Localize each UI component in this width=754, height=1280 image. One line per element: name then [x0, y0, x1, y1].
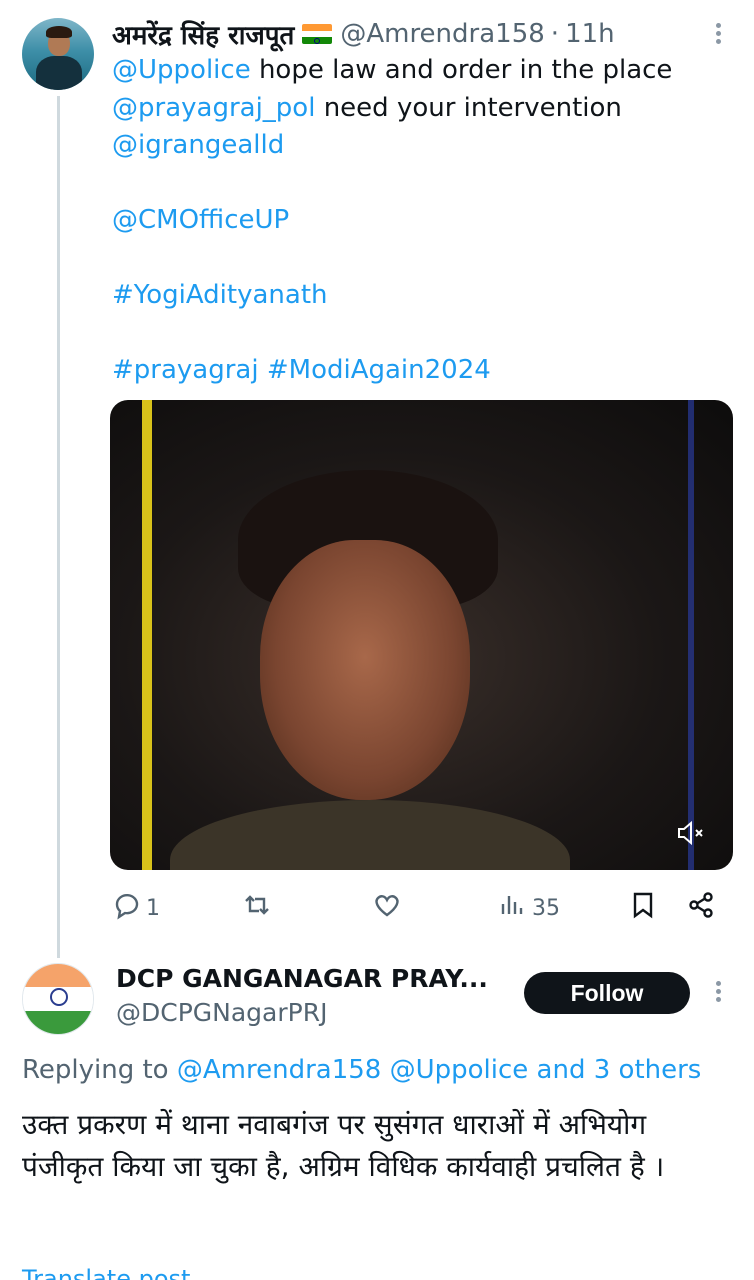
mention-link[interactable]: @prayagraj_pol [112, 93, 315, 123]
timestamp[interactable]: 11h [565, 19, 615, 49]
video-person-face [260, 540, 470, 800]
avatar-hair-shape [46, 26, 72, 38]
video-blue-pole [688, 400, 694, 870]
bookmark-button[interactable] [628, 888, 658, 928]
retweet-button[interactable] [242, 888, 276, 928]
user-handle[interactable]: @DCPGNagarPRJ [116, 996, 327, 1030]
more-vertical-icon[interactable] [708, 20, 728, 48]
translate-post-link[interactable]: Translate post [22, 1262, 190, 1280]
tweet-header: अमरेंद्र सिंह राजपूत @Amrendra158 · 11h [112, 16, 615, 52]
avatar-body-shape [36, 56, 82, 90]
views-count: 35 [532, 895, 560, 921]
video-person-shoulders [170, 800, 570, 870]
tweet-text-line [112, 240, 732, 278]
display-name[interactable]: DCP GANGANAGAR PRAY... [116, 962, 488, 996]
reply-count: 1 [146, 895, 160, 921]
ashoka-chakra-icon [50, 988, 68, 1007]
mention-link[interactable]: @CMOfficeUP [112, 205, 289, 235]
mention-link[interactable]: @Uppolice [112, 55, 251, 85]
share-button[interactable] [686, 888, 716, 928]
tweet-text: @Uppolice hope law and order in the plac… [112, 52, 732, 390]
tweet-text-line [112, 165, 732, 203]
user-handle[interactable]: @Amrendra158 [340, 19, 544, 49]
replying-prefix: Replying to [22, 1055, 169, 1085]
tweet-text-line: @igrangealld [112, 127, 732, 165]
bookmark-icon [628, 890, 658, 926]
share-icon [686, 890, 716, 926]
replying-to-line: Replying to @Amrendra158 @Uppolice and 3… [22, 1052, 701, 1088]
heart-icon [372, 890, 402, 926]
tweet-text-line: @prayagraj_pol need your intervention [112, 90, 732, 128]
hashtag-link[interactable]: #prayagraj [112, 355, 259, 385]
reply-button[interactable]: 1 [112, 888, 160, 928]
like-button[interactable] [372, 888, 406, 928]
retweet-icon [242, 890, 272, 926]
display-name[interactable]: अमरेंद्र सिंह राजपूत [112, 16, 294, 52]
views-button[interactable]: 35 [498, 888, 560, 928]
india-flag-icon [302, 24, 333, 44]
tweet-text-segment: hope law and order in the place [250, 55, 673, 85]
thread-connector-line [57, 96, 60, 958]
hashtag-link[interactable]: #ModiAgain2024 [267, 355, 491, 385]
tweet-text-line: @CMOfficeUP [112, 202, 732, 240]
tweet-text-line: #YogiAdityanath [112, 277, 732, 315]
replying-user-link[interactable]: @Uppolice [390, 1055, 529, 1085]
separator-dot: · [550, 19, 560, 49]
views-icon [498, 890, 528, 926]
tweet-text-line: #prayagraj #ModiAgain2024 [112, 352, 732, 390]
tweet-text-segment [259, 355, 267, 385]
replying-user-link[interactable]: @Amrendra158 [177, 1055, 381, 1085]
tweet-action-bar: 1 35 [112, 888, 722, 928]
video-yellow-pole [142, 400, 152, 870]
hashtag-link[interactable]: #YogiAdityanath [112, 280, 328, 310]
reply-icon [112, 890, 142, 926]
replying-and[interactable]: and [537, 1055, 586, 1085]
more-vertical-icon[interactable] [708, 978, 728, 1006]
follow-button[interactable]: Follow [524, 972, 690, 1014]
tweet-text-line: @Uppolice hope law and order in the plac… [112, 52, 732, 90]
mention-link[interactable]: @igrangealld [112, 130, 284, 160]
tweet-text-line [112, 315, 732, 353]
tweet-text: उक्त प्रकरण में थाना नवाबगंज पर सुसंगत ध… [22, 1108, 665, 1183]
video-player[interactable] [110, 400, 733, 870]
replying-others-link[interactable]: 3 others [594, 1055, 702, 1085]
avatar-amrendra[interactable] [22, 18, 94, 90]
avatar-dcp-ganganagar[interactable] [22, 963, 94, 1035]
tweet-text-segment: need your intervention [315, 92, 622, 123]
volume-mute-icon[interactable] [676, 820, 706, 846]
